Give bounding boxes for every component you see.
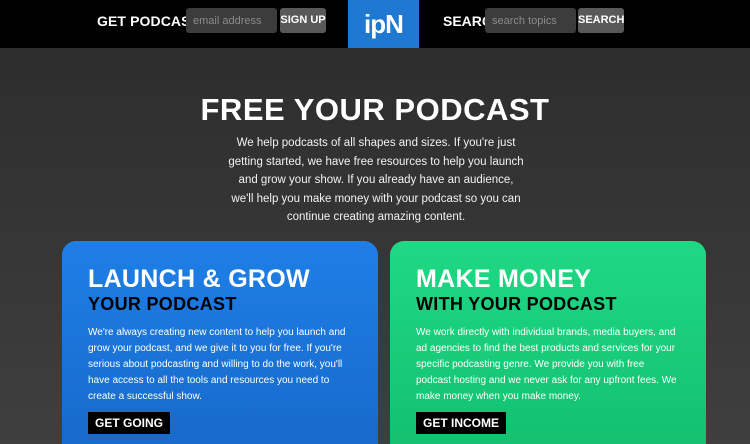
hero-text: We help podcasts of all shapes and sizes… [228,137,524,223]
card-title: LAUNCH & GROW [88,265,310,293]
get-income-button[interactable]: GET INCOME [416,412,507,434]
logo-text: ipN [364,9,404,39]
top-bar: GET PODCAST TIPS SIGN UP ipN SEARCH SEAR… [0,0,750,48]
ipn-logo[interactable]: ipN [348,0,419,48]
card-subtitle: YOUR PODCAST [88,294,237,314]
search-input[interactable] [485,8,576,33]
search-button[interactable]: SEARCH [578,8,624,33]
get-going-button[interactable]: GET GOING [88,412,171,434]
card-subtitle: WITH YOUR PODCAST [416,294,617,314]
sign-up-button[interactable]: SIGN UP [280,8,326,33]
make-money-card: MAKE MONEY WITH YOUR PODCAST We work dir… [390,241,706,444]
card-text: We're always creating new content to hel… [88,327,346,402]
card-title: MAKE MONEY [416,265,592,293]
card-text: We work directly with individual brands,… [416,327,677,402]
hero-title: FREE YOUR PODCAST [200,92,550,127]
launch-grow-card: LAUNCH & GROW YOUR PODCAST We're always … [62,241,378,444]
email-input[interactable] [186,8,277,33]
